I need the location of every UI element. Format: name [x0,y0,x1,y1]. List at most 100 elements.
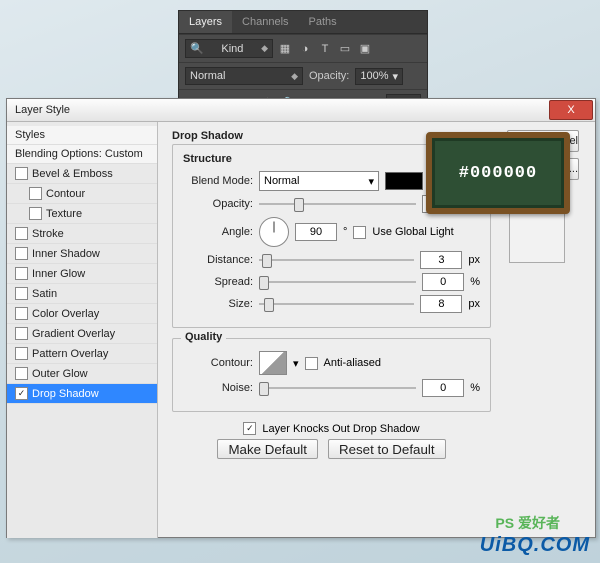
size-input[interactable]: 8 [420,295,462,313]
style-item-label: Color Overlay [32,308,99,320]
angle-unit: ° [343,226,347,238]
contour-label: Contour: [183,357,253,369]
quality-group: Quality Contour: ▾ Anti-aliased Noise: 0… [172,338,491,412]
anti-aliased-label: Anti-aliased [324,357,381,369]
checkbox-icon[interactable] [29,187,42,200]
size-slider[interactable] [259,297,414,311]
style-item-contour[interactable]: Contour [7,184,157,204]
dialog-title: Layer Style [15,104,70,116]
checkbox-icon[interactable] [15,347,28,360]
style-item-label: Bevel & Emboss [32,168,113,180]
style-item-pattern-overlay[interactable]: Pattern Overlay [7,344,157,364]
noise-slider[interactable] [259,381,416,395]
layers-panel-tabs: Layers Channels Paths [179,11,427,34]
style-item-label: Contour [46,188,85,200]
knockout-checkbox[interactable]: ✓ [243,422,256,435]
checkbox-icon[interactable] [15,367,28,380]
style-item-label: Outer Glow [32,368,88,380]
style-item-label: Pattern Overlay [32,348,108,360]
style-item-bevel-emboss[interactable]: Bevel & Emboss [7,164,157,184]
style-item-inner-glow[interactable]: Inner Glow [7,264,157,284]
styles-list: Styles Blending Options: Custom Bevel & Em… [7,122,158,538]
spread-slider[interactable] [259,275,416,289]
size-label: Size: [183,298,253,310]
style-item-satin[interactable]: Satin [7,284,157,304]
smart-icon[interactable]: ▣ [357,41,373,57]
use-global-light-label: Use Global Light [372,226,453,238]
titlebar[interactable]: Layer Style X [7,99,595,122]
spread-unit: % [470,276,480,288]
preview-swatch [509,207,565,263]
style-item-label: Satin [32,288,57,300]
angle-dial[interactable] [259,217,289,247]
style-item-label: Gradient Overlay [32,328,115,340]
checkbox-icon[interactable] [15,307,28,320]
size-unit: px [468,298,480,310]
style-item-stroke[interactable]: Stroke [7,224,157,244]
style-item-label: Inner Shadow [32,248,100,260]
watermark-text: PS 爱好者 [495,513,560,533]
spread-label: Spread: [183,276,253,288]
angle-input[interactable]: 90 [295,223,337,241]
opacity-label: Opacity: [309,70,349,82]
blend-mode-value: Normal [190,70,225,82]
opacity-label2: Opacity: [183,198,253,210]
watermark-url: UiBQ.COM [480,534,590,557]
style-item-drop-shadow[interactable]: ✓ Drop Shadow [7,384,157,404]
blend-mode-label: Blend Mode: [183,175,253,187]
style-item-label: Texture [46,208,82,220]
color-annotation-chalkboard: #000000 [426,132,570,214]
blend-mode-select[interactable]: Normal▾ [259,171,379,191]
type-icon[interactable]: T [317,41,333,57]
style-item-gradient-overlay[interactable]: Gradient Overlay [7,324,157,344]
tab-layers[interactable]: Layers [179,11,232,33]
checkbox-icon[interactable] [15,247,28,260]
filter-kind-label: Kind [221,43,243,55]
noise-label: Noise: [183,382,253,394]
reset-default-button[interactable]: Reset to Default [328,439,446,459]
style-item-color-overlay[interactable]: Color Overlay [7,304,157,324]
use-global-light-checkbox[interactable] [353,226,366,239]
checkbox-icon[interactable] [15,267,28,280]
distance-slider[interactable] [259,253,414,267]
close-button[interactable]: X [549,100,593,120]
quality-legend: Quality [181,331,226,343]
opacity-field[interactable]: 100%▾ [355,68,403,85]
filter-kind-dropdown[interactable]: 🔍Kind◆ [185,39,273,58]
checkbox-icon[interactable] [29,207,42,220]
style-item-inner-shadow[interactable]: Inner Shadow [7,244,157,264]
style-item-texture[interactable]: Texture [7,204,157,224]
style-item-outer-glow[interactable]: Outer Glow [7,364,157,384]
noise-unit: % [470,382,480,394]
distance-label: Distance: [183,254,253,266]
spread-input[interactable]: 0 [422,273,464,291]
shadow-color-swatch[interactable] [385,172,423,190]
checkbox-icon[interactable] [15,227,28,240]
contour-picker[interactable] [259,351,287,375]
checkbox-icon[interactable] [15,327,28,340]
checkbox-icon[interactable] [15,287,28,300]
checkbox-icon[interactable]: ✓ [15,387,28,400]
style-item-label: Stroke [32,228,64,240]
distance-input[interactable]: 3 [420,251,462,269]
make-default-button[interactable]: Make Default [217,439,318,459]
style-item-label: Inner Glow [32,268,85,280]
knockout-label: Layer Knocks Out Drop Shadow [262,423,419,435]
shape-icon[interactable]: ▭ [337,41,353,57]
style-item-label: Styles [15,129,45,141]
image-icon[interactable]: ▦ [277,41,293,57]
fx-icon[interactable]: ◑ [297,41,313,57]
angle-label: Angle: [183,226,253,238]
style-item-label: Drop Shadow [32,388,99,400]
distance-unit: px [468,254,480,266]
blend-mode-dropdown[interactable]: Normal◆ [185,67,303,85]
opacity-slider[interactable] [259,197,416,211]
tab-channels[interactable]: Channels [232,11,298,33]
style-item-blending-options-custom[interactable]: Blending Options: Custom [7,145,157,164]
style-item-label: Blending Options: Custom [15,148,143,160]
tab-paths[interactable]: Paths [299,11,347,33]
noise-input[interactable]: 0 [422,379,464,397]
style-item-styles[interactable]: Styles [7,126,157,145]
anti-aliased-checkbox[interactable] [305,357,318,370]
checkbox-icon[interactable] [15,167,28,180]
